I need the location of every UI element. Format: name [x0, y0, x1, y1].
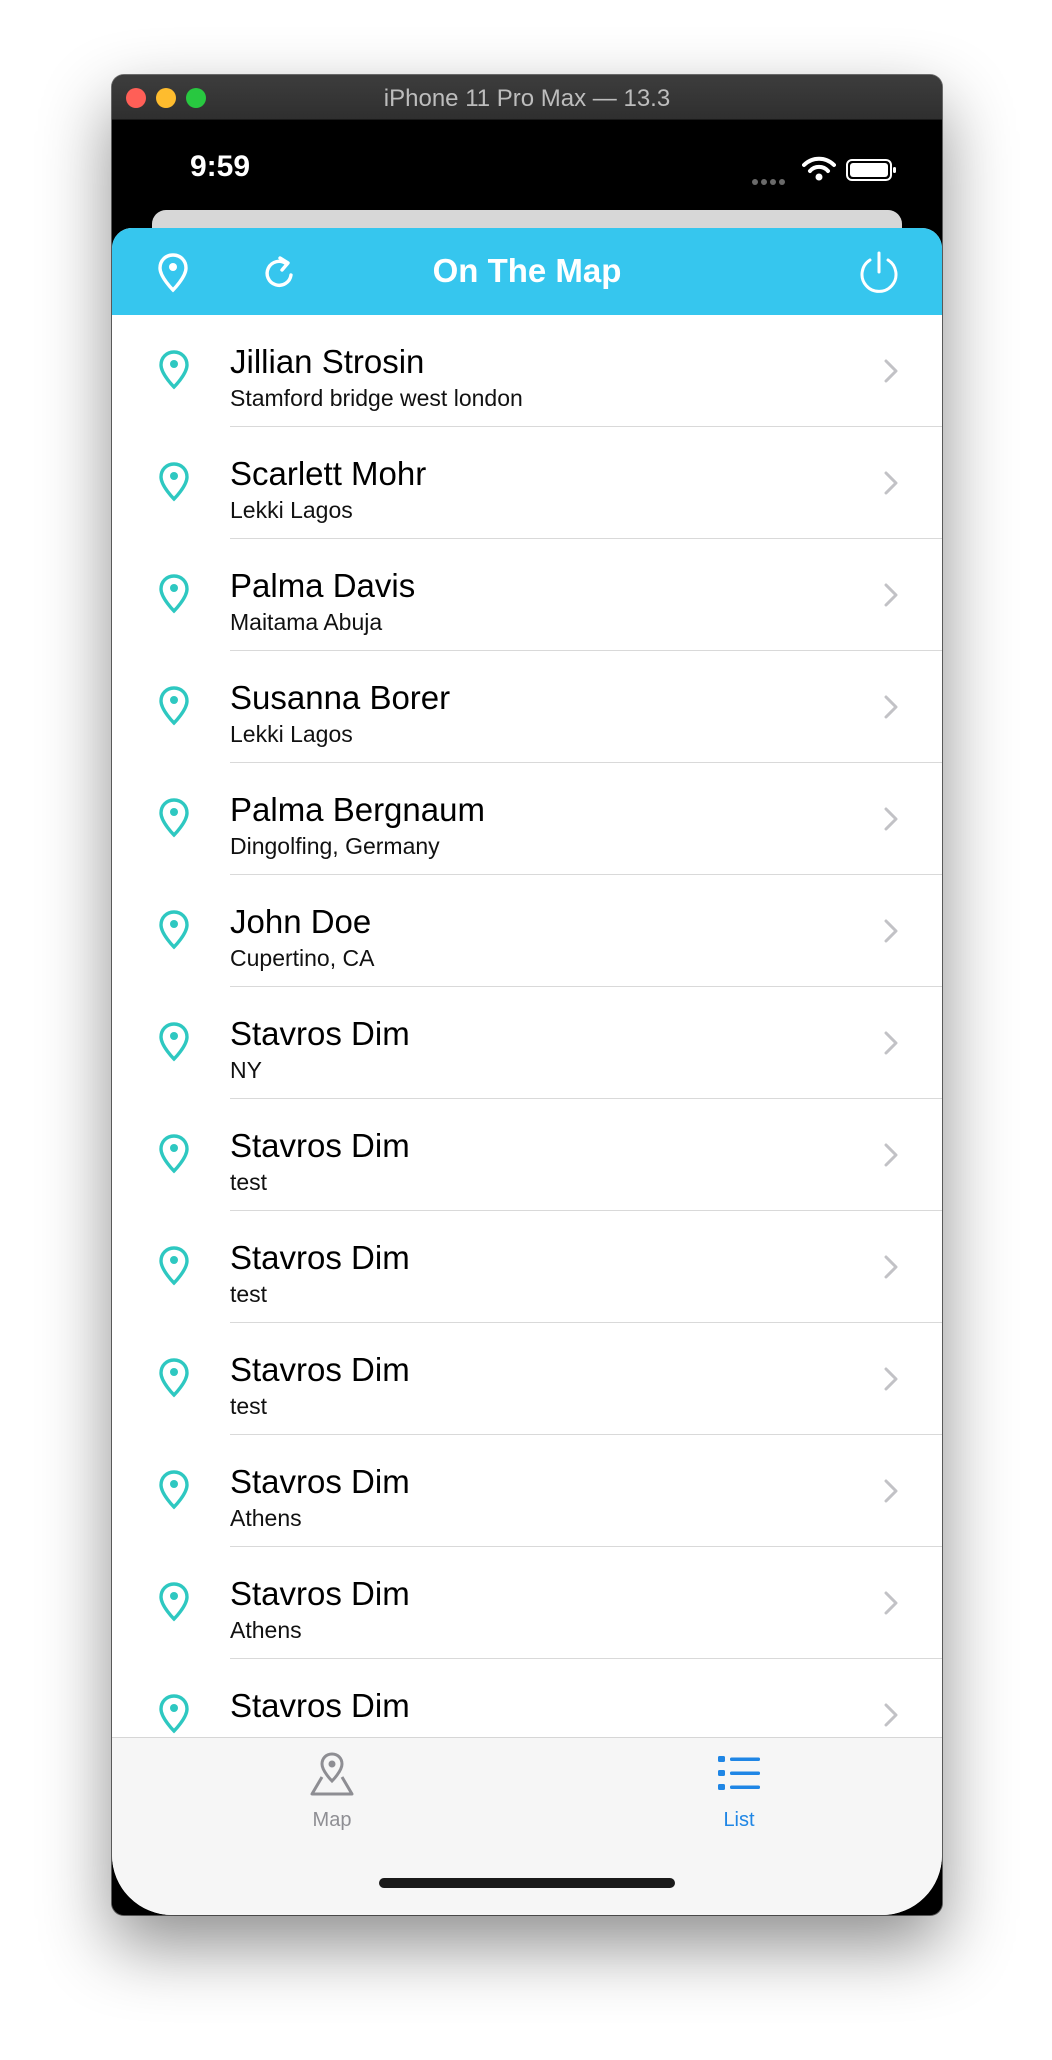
student-name: Palma Davis [230, 567, 416, 604]
list-icon [718, 1756, 760, 1790]
chevron-right-icon [884, 1591, 898, 1615]
student-name: Stavros Dim [230, 1575, 410, 1612]
student-location: Dingolfing, Germany [230, 833, 440, 859]
location-pin-icon [159, 350, 189, 390]
location-pin-icon [159, 574, 189, 614]
student-location: Athens [230, 1617, 302, 1643]
chevron-right-icon [884, 1143, 898, 1167]
student-location: NY [230, 1057, 262, 1083]
list-item[interactable]: Jillian Strosin Stamford bridge west lond… [112, 315, 942, 427]
student-name: Stavros Dim [230, 1463, 410, 1500]
home-indicator [379, 1878, 675, 1888]
list-item[interactable]: Stavros Dim test [112, 1099, 942, 1211]
student-location: Cupertino, CA [230, 945, 375, 971]
list-item[interactable]: Stavros Dim test [112, 1323, 942, 1435]
student-name: Jillian Strosin [230, 343, 425, 380]
tab-map-label: Map [312, 1809, 352, 1831]
student-list[interactable]: Jillian Strosin Stamford bridge west lond… [112, 315, 942, 1835]
student-name: Stavros Dim [230, 1015, 410, 1052]
device-screen: 9:59 On The Map Jillian Strosin Stamford… [112, 120, 942, 1915]
wifi-icon [802, 156, 836, 181]
student-location: test [230, 1281, 268, 1307]
student-location: test [230, 1169, 268, 1195]
list-item[interactable]: Stavros Dim test [112, 1211, 942, 1323]
location-pin-icon [159, 798, 189, 838]
student-location: Stamford bridge west london [230, 385, 523, 411]
list-item[interactable]: Stavros Dim Athens [112, 1547, 942, 1659]
student-name: Scarlett Mohr [230, 455, 427, 492]
chevron-right-icon [884, 1367, 898, 1391]
nav-title: On The Map [432, 252, 622, 289]
list-item[interactable]: Palma Davis Maitama Abuja [112, 539, 942, 651]
list-item[interactable]: Susanna Borer Lekki Lagos [112, 651, 942, 763]
chevron-right-icon [884, 919, 898, 943]
logout-button[interactable] [856, 250, 902, 296]
map-icon [310, 1752, 354, 1796]
student-location: Lekki Lagos [230, 721, 353, 747]
location-pin-icon [159, 1694, 189, 1734]
location-pin-icon [159, 1470, 189, 1510]
location-pin-icon [159, 1358, 189, 1398]
status-time: 9:59 [190, 150, 251, 183]
list-item[interactable]: Scarlett Mohr Lekki Lagos [112, 427, 942, 539]
student-name: Stavros Dim [230, 1687, 410, 1724]
chevron-right-icon [884, 471, 898, 495]
chevron-right-icon [884, 1255, 898, 1279]
student-name: Stavros Dim [230, 1127, 410, 1164]
student-location: test [230, 1393, 268, 1419]
list-item[interactable]: John Doe Cupertino, CA [112, 875, 942, 987]
location-pin-icon [159, 910, 189, 950]
chevron-right-icon [884, 695, 898, 719]
location-pin-icon [159, 1134, 189, 1174]
power-icon [860, 251, 898, 293]
student-name: Stavros Dim [230, 1239, 410, 1276]
student-location: Athens [230, 1505, 302, 1531]
student-location: Maitama Abuja [230, 609, 383, 635]
chevron-right-icon [884, 1479, 898, 1503]
cellular-signal-icon [752, 172, 792, 185]
student-name: Palma Bergnaum [230, 791, 485, 828]
student-name: Stavros Dim [230, 1351, 410, 1388]
location-pin-icon [159, 686, 189, 726]
list-item[interactable]: Stavros Dim Athens [112, 1435, 942, 1547]
tab-bar: Map List [112, 1737, 942, 1915]
tab-list-label: List [723, 1809, 755, 1831]
location-pin-icon [159, 1022, 189, 1062]
student-location: Lekki Lagos [230, 497, 353, 523]
chevron-right-icon [884, 807, 898, 831]
chevron-right-icon [884, 359, 898, 383]
location-pin-icon [159, 462, 189, 502]
location-pin-icon [159, 1246, 189, 1286]
app-sheet: On The Map Jillian Strosin Stamford bridg… [112, 228, 942, 1915]
location-pin-icon [159, 1582, 189, 1622]
battery-icon [846, 159, 896, 181]
student-name: Susanna Borer [230, 679, 451, 716]
list-item[interactable]: Palma Bergnaum Dingolfing, Germany [112, 763, 942, 875]
navigation-bar: On The Map [112, 228, 942, 315]
tab-map[interactable]: Map [262, 1750, 402, 1832]
simulator-titlebar: iPhone 11 Pro Max — 13.3 [112, 75, 942, 120]
student-name: John Doe [230, 903, 372, 940]
simulator-window: iPhone 11 Pro Max — 13.3 9:59 On The Map… [112, 75, 942, 1915]
chevron-right-icon [884, 583, 898, 607]
simulator-title: iPhone 11 Pro Max — 13.3 [383, 85, 671, 112]
list-item[interactable]: Stavros Dim NY [112, 987, 942, 1099]
chevron-right-icon [884, 1703, 898, 1727]
chevron-right-icon [884, 1031, 898, 1055]
tab-list[interactable]: List [669, 1750, 809, 1832]
